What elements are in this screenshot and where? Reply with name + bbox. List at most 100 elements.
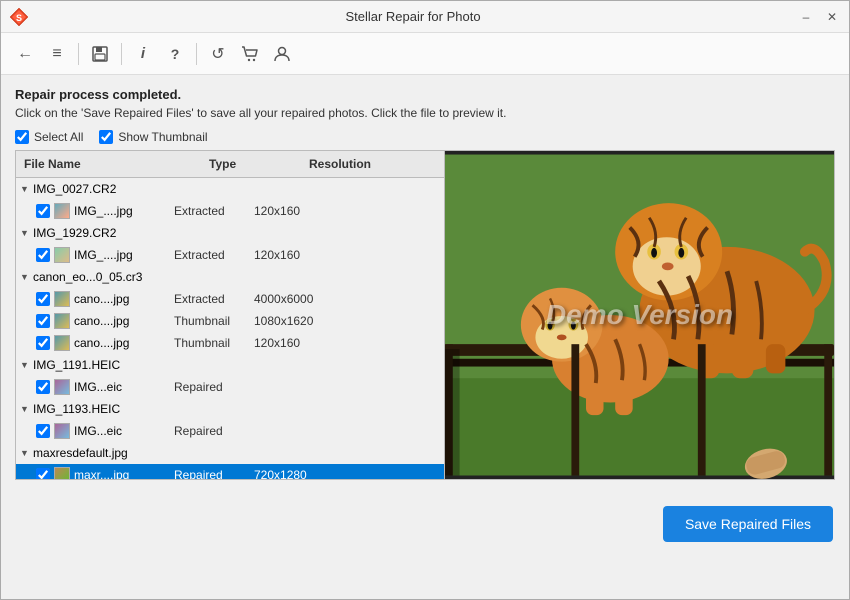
- expand-icon: ▼: [20, 272, 30, 282]
- status-title: Repair process completed.: [15, 87, 835, 102]
- file-thumb-icon: [54, 335, 70, 351]
- options-row: Select All Show Thumbnail: [15, 130, 835, 144]
- file-name: IMG_....jpg: [74, 204, 174, 218]
- help-button[interactable]: ?: [161, 40, 189, 68]
- save-toolbar-button[interactable]: [86, 40, 114, 68]
- file-checkbox[interactable]: [36, 468, 50, 479]
- file-name: IMG...eic: [74, 380, 174, 394]
- window-controls: – ✕: [797, 8, 841, 26]
- file-resolution: 4000x6000: [254, 292, 313, 306]
- col-header-filename: File Name: [16, 155, 201, 173]
- group-name: IMG_0027.CR2: [33, 182, 116, 196]
- file-list-body[interactable]: ▼ IMG_0027.CR2 IMG_....jpg Extracted 120…: [16, 178, 444, 479]
- expand-icon: ▼: [20, 184, 30, 194]
- group-row[interactable]: ▼ IMG_1191.HEIC: [16, 354, 444, 376]
- show-thumbnail-checkbox[interactable]: [99, 130, 113, 144]
- group-row[interactable]: ▼ maxresdefault.jpg: [16, 442, 444, 464]
- rotate-button[interactable]: ↺: [204, 40, 232, 68]
- select-all-label: Select All: [34, 130, 83, 144]
- group-row[interactable]: ▼ canon_eo...0_05.cr3: [16, 266, 444, 288]
- group-row[interactable]: ▼ IMG_1193.HEIC: [16, 398, 444, 420]
- list-item[interactable]: IMG...eic Repaired: [16, 420, 444, 442]
- group-name: canon_eo...0_05.cr3: [33, 270, 142, 284]
- toolbar-sep-1: [78, 43, 79, 65]
- list-item[interactable]: IMG_....jpg Extracted 120x160: [16, 244, 444, 266]
- file-thumb-icon: [54, 291, 70, 307]
- expand-icon: ▼: [20, 360, 30, 370]
- file-thumb-icon: [54, 313, 70, 329]
- file-name: IMG...eic: [74, 424, 174, 438]
- file-name: maxr....jpg: [74, 468, 174, 479]
- title-bar: S Stellar Repair for Photo – ✕: [1, 1, 849, 33]
- group-name: IMG_1929.CR2: [33, 226, 116, 240]
- select-all-option[interactable]: Select All: [15, 130, 83, 144]
- list-item[interactable]: cano....jpg Thumbnail 1080x1620: [16, 310, 444, 332]
- file-type: Extracted: [174, 248, 254, 262]
- save-repaired-files-button[interactable]: Save Repaired Files: [663, 506, 833, 542]
- info-button[interactable]: i: [129, 40, 157, 68]
- window-title: Stellar Repair for Photo: [29, 9, 797, 24]
- file-list-header: File Name Type Resolution: [16, 151, 444, 178]
- preview-image: [445, 151, 834, 479]
- user-icon: [273, 45, 291, 63]
- file-type: Repaired: [174, 380, 254, 394]
- file-type: Repaired: [174, 468, 254, 479]
- cart-button[interactable]: [236, 40, 264, 68]
- group-name: IMG_1191.HEIC: [33, 358, 120, 372]
- file-checkbox[interactable]: [36, 248, 50, 262]
- bottom-bar: Save Repaired Files: [1, 492, 849, 556]
- expand-icon: ▼: [20, 228, 30, 238]
- minimize-button[interactable]: –: [797, 8, 815, 26]
- menu-button[interactable]: ≡: [43, 40, 71, 68]
- back-button[interactable]: ←: [11, 40, 39, 68]
- file-thumb-icon: [54, 247, 70, 263]
- user-button[interactable]: [268, 40, 296, 68]
- file-type: Extracted: [174, 204, 254, 218]
- file-checkbox[interactable]: [36, 380, 50, 394]
- show-thumbnail-option[interactable]: Show Thumbnail: [99, 130, 207, 144]
- menu-icon: ≡: [52, 45, 61, 63]
- file-checkbox[interactable]: [36, 336, 50, 350]
- file-checkbox[interactable]: [36, 204, 50, 218]
- back-icon: ←: [17, 45, 33, 63]
- list-item[interactable]: IMG...eic Repaired: [16, 376, 444, 398]
- group-name: IMG_1193.HEIC: [33, 402, 120, 416]
- toolbar-sep-3: [196, 43, 197, 65]
- file-thumb-icon: [54, 423, 70, 439]
- file-name: cano....jpg: [74, 336, 174, 350]
- main-panel: File Name Type Resolution ▼ IMG_0027.CR2…: [15, 150, 835, 480]
- file-name: cano....jpg: [74, 314, 174, 328]
- col-header-resolution: Resolution: [301, 155, 401, 173]
- file-checkbox[interactable]: [36, 292, 50, 306]
- file-resolution: 120x160: [254, 248, 300, 262]
- file-list-container: File Name Type Resolution ▼ IMG_0027.CR2…: [15, 150, 445, 480]
- status-description: Click on the 'Save Repaired Files' to sa…: [15, 106, 835, 120]
- help-icon: ?: [171, 46, 180, 62]
- file-thumb-icon: [54, 203, 70, 219]
- list-item[interactable]: cano....jpg Thumbnail 120x160: [16, 332, 444, 354]
- list-item[interactable]: maxr....jpg Repaired 720x1280: [16, 464, 444, 479]
- file-resolution: 120x160: [254, 204, 300, 218]
- file-thumb-icon: [54, 379, 70, 395]
- file-resolution: 120x160: [254, 336, 300, 350]
- file-name: IMG_....jpg: [74, 248, 174, 262]
- list-item[interactable]: IMG_....jpg Extracted 120x160: [16, 200, 444, 222]
- group-name: maxresdefault.jpg: [33, 446, 128, 460]
- expand-icon: ▼: [20, 448, 30, 458]
- app-icon: S: [9, 7, 29, 27]
- file-type: Repaired: [174, 424, 254, 438]
- file-thumb-icon: [54, 467, 70, 479]
- select-all-checkbox[interactable]: [15, 130, 29, 144]
- cart-icon: [241, 45, 259, 63]
- file-checkbox[interactable]: [36, 424, 50, 438]
- show-thumbnail-label: Show Thumbnail: [118, 130, 207, 144]
- close-button[interactable]: ✕: [823, 8, 841, 26]
- list-item[interactable]: cano....jpg Extracted 4000x6000: [16, 288, 444, 310]
- file-type: Thumbnail: [174, 336, 254, 350]
- file-type: Extracted: [174, 292, 254, 306]
- file-checkbox[interactable]: [36, 314, 50, 328]
- group-row[interactable]: ▼ IMG_1929.CR2: [16, 222, 444, 244]
- file-name: cano....jpg: [74, 292, 174, 306]
- group-row[interactable]: ▼ IMG_0027.CR2: [16, 178, 444, 200]
- rotate-icon: ↺: [211, 44, 224, 64]
